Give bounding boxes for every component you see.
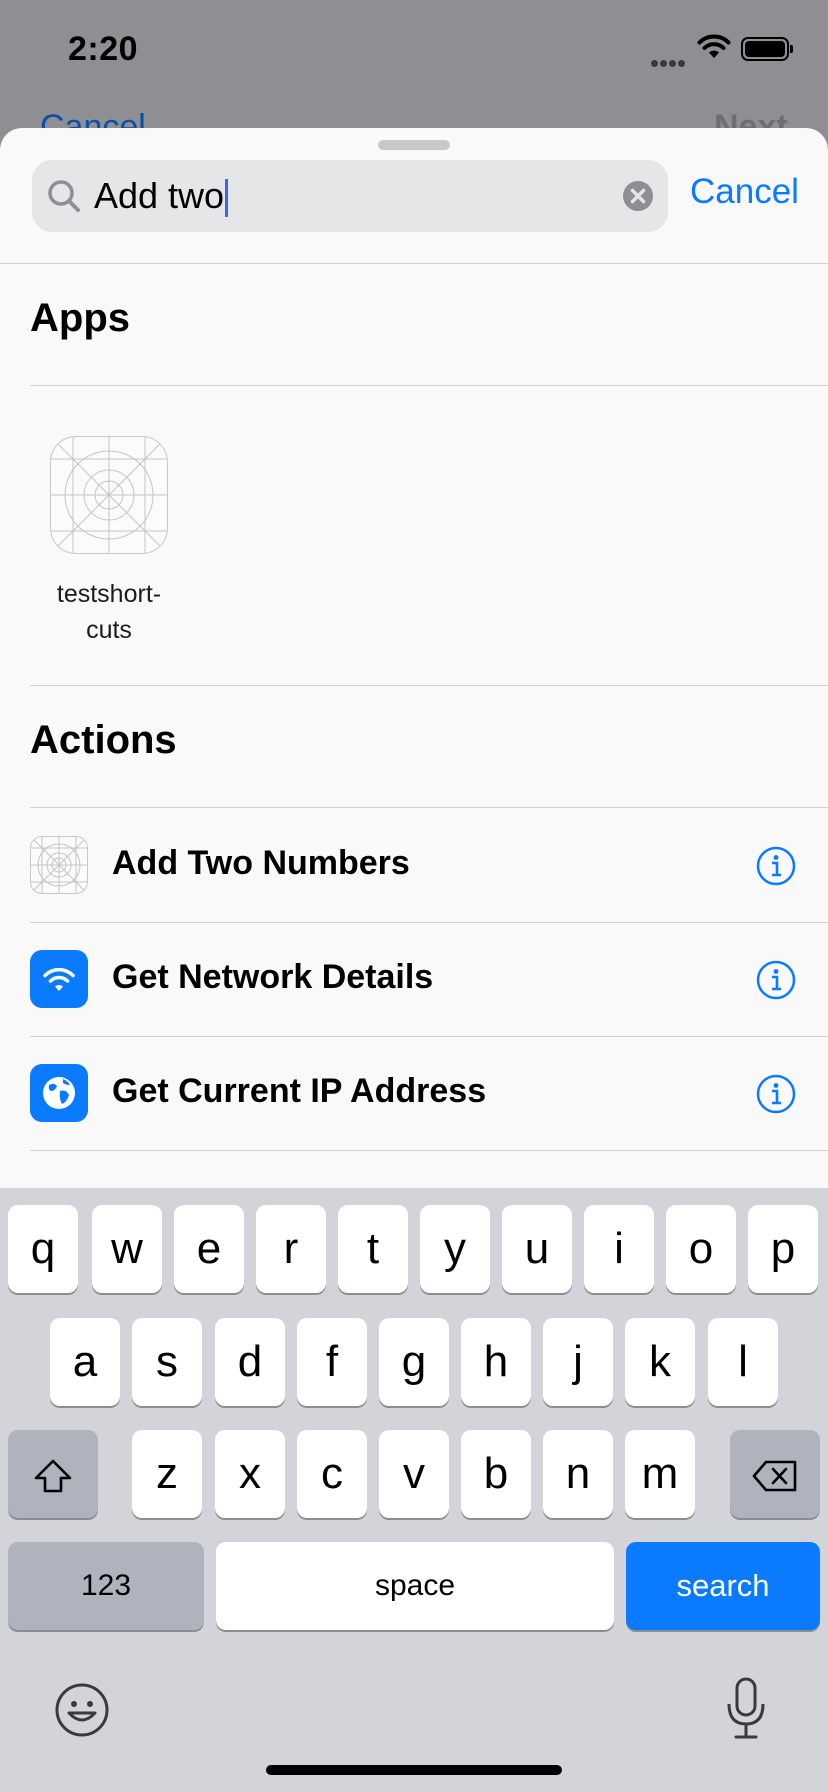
space-key[interactable]: space — [216, 1542, 614, 1630]
key-h[interactable]: h — [461, 1318, 531, 1406]
search-key[interactable]: search — [626, 1542, 820, 1630]
key-j[interactable]: j — [543, 1318, 613, 1406]
delete-key[interactable] — [730, 1430, 820, 1518]
numbers-key[interactable]: 123 — [8, 1542, 204, 1630]
key-k[interactable]: k — [625, 1318, 695, 1406]
placeholder-grid-icon — [51, 437, 167, 553]
status-bar: 2:20 — [0, 0, 828, 100]
key-f[interactable]: f — [297, 1318, 367, 1406]
search-query-text: Add two — [94, 175, 225, 216]
divider — [30, 685, 828, 686]
action-row-add-two-numbers[interactable]: Add Two Numbers — [0, 808, 828, 922]
info-icon[interactable] — [756, 846, 796, 886]
key-e[interactable]: e — [174, 1205, 244, 1293]
key-c[interactable]: c — [297, 1430, 367, 1518]
wifi-status-icon — [697, 34, 731, 58]
key-x[interactable]: x — [215, 1430, 285, 1518]
key-d[interactable]: d — [215, 1318, 285, 1406]
action-row-get-network-details[interactable]: Get Network Details — [0, 922, 828, 1036]
placeholder-grid-icon — [30, 836, 88, 894]
key-y[interactable]: y — [420, 1205, 490, 1293]
key-l[interactable]: l — [708, 1318, 778, 1406]
apps-section-title: Apps — [30, 296, 130, 340]
search-input[interactable]: Add two — [94, 174, 229, 218]
emoji-icon[interactable] — [54, 1682, 110, 1738]
key-s[interactable]: s — [132, 1318, 202, 1406]
shift-icon — [34, 1460, 72, 1493]
actions-section-title: Actions — [30, 718, 177, 762]
cellular-signal-icon — [651, 54, 687, 72]
key-z[interactable]: z — [132, 1430, 202, 1518]
backspace-icon — [752, 1461, 797, 1492]
info-icon[interactable] — [756, 960, 796, 1000]
globe-icon — [30, 1064, 88, 1122]
app-label-testshortcuts: testshort- cuts — [30, 576, 188, 648]
key-w[interactable]: w — [92, 1205, 162, 1293]
action-label: Get Current IP Address — [112, 1072, 487, 1110]
key-q[interactable]: q — [8, 1205, 78, 1293]
key-m[interactable]: m — [625, 1430, 695, 1518]
key-a[interactable]: a — [50, 1318, 120, 1406]
key-u[interactable]: u — [502, 1205, 572, 1293]
search-field[interactable]: Add two — [32, 160, 668, 232]
key-i[interactable]: i — [584, 1205, 654, 1293]
key-p[interactable]: p — [748, 1205, 818, 1293]
divider — [0, 263, 828, 264]
divider — [30, 385, 828, 386]
key-t[interactable]: t — [338, 1205, 408, 1293]
key-b[interactable]: b — [461, 1430, 531, 1518]
search-icon — [48, 180, 80, 212]
key-r[interactable]: r — [256, 1205, 326, 1293]
action-label: Get Network Details — [112, 958, 434, 996]
key-o[interactable]: o — [666, 1205, 736, 1293]
wifi-icon — [30, 950, 88, 1008]
keyboard: q w e r t y u i o p a s d f g h j k l z … — [0, 1188, 828, 1792]
search-cancel-button[interactable]: Cancel — [690, 172, 799, 212]
app-label-line: testshort- — [56, 580, 162, 608]
key-g[interactable]: g — [379, 1318, 449, 1406]
battery-icon — [741, 37, 793, 61]
text-caret — [225, 179, 229, 218]
home-indicator[interactable] — [266, 1765, 562, 1775]
app-icon-testshortcuts[interactable] — [50, 436, 168, 554]
status-time: 2:20 — [68, 30, 139, 68]
key-v[interactable]: v — [379, 1430, 449, 1518]
shift-key[interactable] — [8, 1430, 98, 1518]
key-n[interactable]: n — [543, 1430, 613, 1518]
divider — [30, 1150, 828, 1151]
info-icon[interactable] — [756, 1074, 796, 1114]
action-row-get-current-ip-address[interactable]: Get Current IP Address — [0, 1036, 828, 1150]
sheet-grabber[interactable] — [378, 140, 450, 150]
app-label-line: cuts — [86, 616, 132, 644]
action-label: Add Two Numbers — [112, 844, 410, 882]
microphone-icon[interactable] — [722, 1676, 770, 1742]
clear-search-icon[interactable] — [622, 180, 654, 212]
